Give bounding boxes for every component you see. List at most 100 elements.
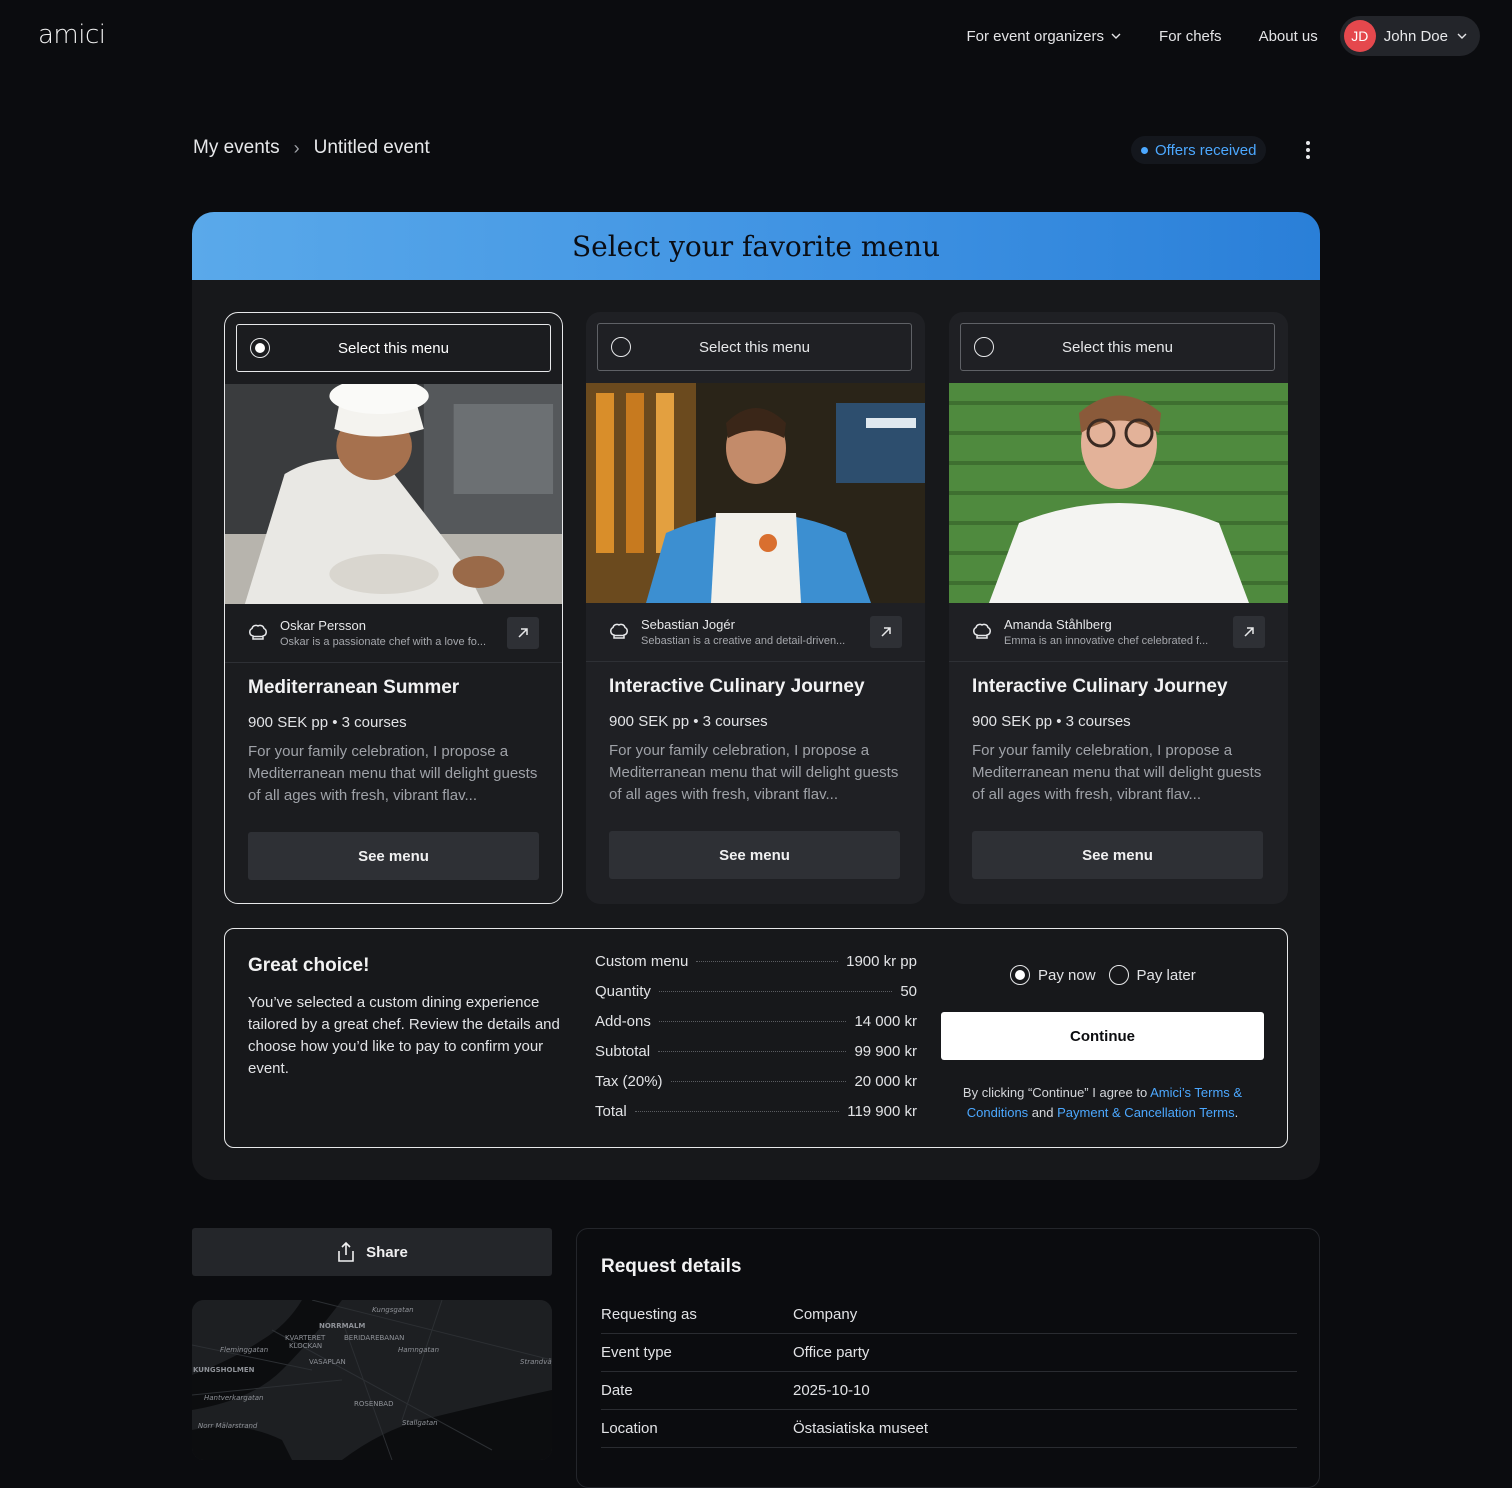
map-label: KUNGSHOLMEN (193, 1366, 255, 1374)
price-label: Quantity (595, 983, 651, 1000)
list-item: Location Östasiatiska museet (601, 1410, 1297, 1448)
see-menu-button[interactable]: See menu (609, 831, 900, 879)
price-label: Custom menu (595, 953, 689, 970)
map-label: BERIDAREBANAN (344, 1334, 404, 1342)
pay-later-label[interactable]: Pay later (1137, 967, 1196, 984)
more-options-icon[interactable] (1300, 138, 1316, 162)
open-chef-profile-button[interactable] (1233, 616, 1265, 648)
detail-key: Requesting as (601, 1306, 697, 1323)
share-icon (338, 1241, 354, 1262)
detail-key: Location (601, 1420, 658, 1437)
radio-unselected-icon (974, 337, 994, 357)
map-label: Stallgatan (402, 1419, 438, 1427)
summary-title: Great choice! (248, 955, 370, 976)
continue-button[interactable]: Continue (941, 1012, 1264, 1060)
see-menu-button[interactable]: See menu (972, 831, 1263, 879)
chef-name: Oskar Persson (280, 618, 366, 633)
external-link-icon (881, 627, 891, 637)
chef-hat-icon (610, 623, 628, 639)
payment-cancellation-link[interactable]: Payment & Cancellation Terms (1057, 1105, 1235, 1120)
event-location-map[interactable]: NORRMALM KVARTERET BERIDAREBANAN KLOCKAN… (192, 1300, 552, 1460)
menu-card-2: Select this menu Sebastian Jogér Sebasti… (586, 312, 925, 904)
menu-description: For your family celebration, I propose a… (248, 743, 538, 804)
radio-unselected-icon (611, 337, 631, 357)
nav-label: For event organizers (966, 27, 1105, 45)
price-row: Quantity 50 (595, 983, 917, 1013)
chef-bio: Sebastian is a creative and detail-drive… (641, 635, 846, 647)
panel-title: Select your favorite menu (571, 229, 941, 263)
share-label: Share (366, 1243, 408, 1261)
menu-description: For your family celebration, I propose a… (609, 742, 899, 803)
chef-photo (225, 384, 562, 604)
nav-about-us[interactable]: About us (1259, 28, 1318, 45)
user-name: John Doe (1383, 27, 1448, 45)
breadcrumb-current: Untitled event (313, 137, 430, 158)
pay-later-radio[interactable] (1108, 965, 1129, 985)
chevron-down-icon (1111, 33, 1121, 39)
detail-value: Office party (793, 1344, 870, 1361)
select-menu-button[interactable]: Select this menu (236, 324, 551, 372)
chef-hat-icon (973, 623, 991, 639)
terms-text: . (1234, 1105, 1239, 1120)
list-item: Date 2025-10-10 (601, 1372, 1297, 1410)
request-details-title: Request details (601, 1256, 742, 1277)
map-label: Hamngatan (398, 1346, 439, 1354)
terms-text: and (1028, 1105, 1058, 1120)
nav-for-event-organizers[interactable]: For event organizers (966, 28, 1122, 45)
detail-value: 2025-10-10 (793, 1382, 870, 1399)
price-value: 119 900 kr (847, 1103, 917, 1120)
price-label: Add-ons (595, 1013, 651, 1030)
menu-meta: 900 SEK pp • 3 courses (248, 714, 407, 731)
menu-title: Interactive Culinary Journey (972, 676, 1228, 697)
status-label: Offers received (1155, 141, 1257, 159)
status-dot (1141, 147, 1148, 154)
detail-value: Östasiatiska museet (793, 1420, 929, 1437)
breadcrumb-my-events[interactable]: My events (193, 137, 280, 159)
price-value: 50 (900, 983, 917, 1000)
price-row: Tax (20%) 20 000 kr (595, 1073, 917, 1103)
menu-meta: 900 SEK pp • 3 courses (972, 713, 1131, 730)
map-label: VASAPLAN (309, 1358, 346, 1366)
detail-value: Company (793, 1306, 858, 1323)
select-menu-button[interactable]: Select this menu (597, 323, 912, 371)
detail-key: Date (601, 1382, 633, 1399)
menu-description: For your family celebration, I propose a… (972, 742, 1262, 803)
main-nav: For event organizers For chefs About us … (966, 16, 1480, 56)
price-row: Subtotal 99 900 kr (595, 1043, 917, 1073)
select-menu-button[interactable]: Select this menu (960, 323, 1275, 371)
brand-logo[interactable]: amici (38, 20, 106, 50)
pay-now-radio[interactable] (1010, 965, 1030, 985)
nav-for-chefs[interactable]: For chefs (1159, 28, 1222, 45)
chef-name: Sebastian Jogér (641, 617, 735, 632)
map-label: KVARTERET (285, 1334, 326, 1342)
select-menu-label: Select this menu (338, 339, 449, 357)
chevron-down-icon (1457, 33, 1467, 39)
share-button[interactable]: Share (192, 1228, 552, 1276)
external-link-icon (518, 628, 528, 638)
pay-now-label[interactable]: Pay now (1038, 967, 1096, 984)
chef-photo (949, 383, 1288, 603)
see-menu-button[interactable]: See menu (248, 832, 539, 880)
map-label: Hantverkargatan (204, 1394, 264, 1402)
price-breakdown: Custom menu 1900 kr pp Quantity 50 Add-ons… (595, 953, 917, 1133)
map-label: Fleminggatan (220, 1346, 268, 1354)
map-label: ROSENBAD (354, 1400, 393, 1408)
status-badge: Offers received (1131, 136, 1267, 164)
open-chef-profile-button[interactable] (870, 616, 902, 648)
avatar: JD (1343, 20, 1376, 52)
summary-text: You’ve selected a custom dining experien… (248, 994, 560, 1077)
map-label: NORRMALM (319, 1322, 365, 1330)
payment-options: Pay now Pay later (1010, 965, 1196, 985)
chef-photo (586, 383, 925, 603)
menu-meta: 900 SEK pp • 3 courses (609, 713, 768, 730)
terms-notice: By clicking “Continue” I agree to Amici’… (941, 1083, 1264, 1123)
map-label: Strandvägen (520, 1358, 552, 1366)
open-chef-profile-button[interactable] (507, 617, 539, 649)
detail-key: Event type (601, 1344, 672, 1361)
price-row: Add-ons 14 000 kr (595, 1013, 917, 1043)
user-menu[interactable]: JD John Doe (1339, 16, 1480, 56)
chef-bio: Oskar is a passionate chef with a love f… (280, 636, 487, 648)
price-value: 14 000 kr (854, 1013, 917, 1030)
menu-card-3: Select this menu Amanda Ståhlberg Emma i… (949, 312, 1288, 904)
price-label: Tax (20%) (595, 1073, 663, 1090)
